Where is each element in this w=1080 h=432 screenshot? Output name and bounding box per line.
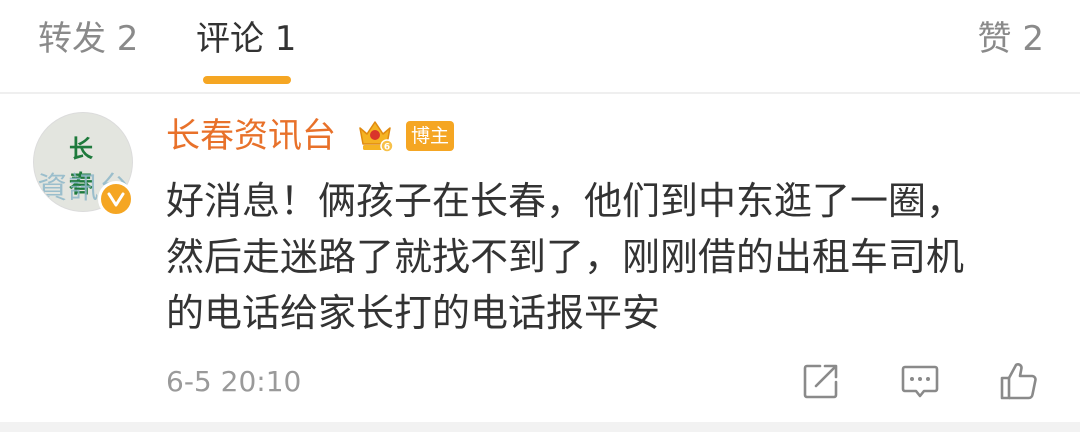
active-tab-indicator [203, 76, 291, 84]
blogger-badge: 博主 [406, 121, 454, 151]
comment-text-line: 的电话给家长打的电话报平安 [166, 291, 661, 335]
comment-timestamp: 6-5 20:10 [166, 365, 302, 398]
comment-text-line: 然后走迷路了就找不到了，刚刚借的出租车司机 [166, 235, 965, 279]
thumbs-up-icon [1000, 363, 1037, 400]
crown-vip-level-6-icon[interactable]: 6 [356, 116, 394, 154]
tab-bar: 转发 2 评论 1 赞 2 [0, 0, 1080, 94]
reply-button[interactable] [897, 358, 943, 404]
comment-page: 转发 2 评论 1 赞 2 长 春 資訊台 长春资讯台 6 博主 好消息！俩孩子… [0, 0, 1080, 432]
comment-username[interactable]: 长春资讯台 [166, 112, 336, 160]
reply-comment-icon [901, 365, 939, 398]
tab-repost[interactable]: 转发 2 [38, 14, 138, 64]
svg-text:6: 6 [384, 143, 390, 153]
section-divider [0, 422, 1080, 432]
share-button[interactable] [798, 358, 844, 404]
tab-like[interactable]: 赞 2 [978, 14, 1044, 64]
comment-text-line: 好消息！俩孩子在长春，他们到中东逛了一圈， [166, 179, 965, 223]
like-button[interactable] [996, 358, 1042, 404]
share-icon [803, 364, 838, 399]
comment-text: 好消息！俩孩子在长春，他们到中东逛了一圈， 然后走迷路了就找不到了，刚刚借的出租… [166, 173, 1046, 341]
verified-v-badge-icon [98, 181, 134, 217]
tab-comment[interactable]: 评论 1 [196, 14, 296, 64]
